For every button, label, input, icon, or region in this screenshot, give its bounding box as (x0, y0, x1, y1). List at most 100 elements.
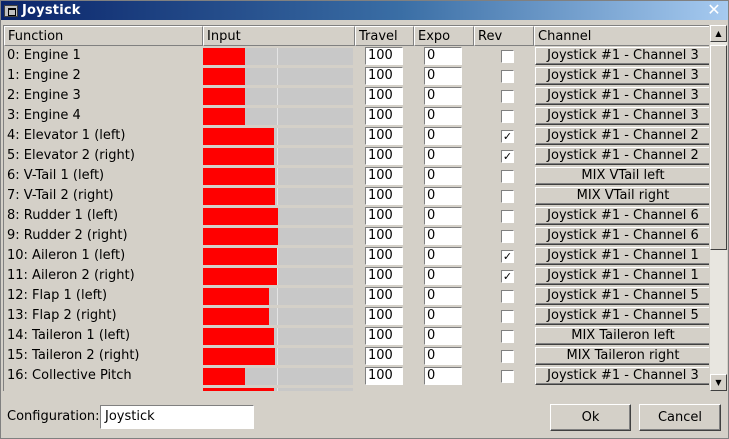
table-row[interactable]: 10: Aileron 1 (left) 100 0 ✓ Joystick #1 - C… (4, 246, 709, 266)
channel-select-button[interactable]: Joystick #1 - Channel 6 (535, 207, 709, 225)
travel-input[interactable]: 100 (365, 147, 403, 165)
reverse-checkbox[interactable] (501, 210, 514, 223)
table-row[interactable]: 13: Flap 2 (right) 100 0 Joystick #1 - Chan… (4, 306, 709, 326)
expo-input[interactable]: 0 (424, 147, 462, 165)
expo-input[interactable]: 0 (424, 67, 462, 85)
channel-select-button[interactable]: Joystick #1 - Channel 5 (535, 287, 709, 305)
reverse-checkbox[interactable] (501, 290, 514, 303)
expo-input[interactable]: 0 (424, 267, 462, 285)
channel-select-button[interactable]: MIX VTail right (535, 187, 709, 205)
expo-input[interactable]: 0 (424, 227, 462, 245)
reverse-checkbox[interactable]: ✓ (501, 130, 514, 143)
travel-input[interactable]: 100 (365, 227, 403, 245)
expo-input[interactable]: 0 (424, 347, 462, 365)
table-row[interactable]: 3: Engine 4 100 0 Joystick #1 - Channel 3 (4, 106, 709, 126)
channel-select-button[interactable]: Joystick #1 - Channel 2 (535, 147, 709, 165)
reverse-checkbox[interactable] (501, 230, 514, 243)
reverse-checkbox[interactable]: ✓ (501, 270, 514, 283)
expo-input[interactable]: 0 (424, 307, 462, 325)
travel-input[interactable]: 100 (365, 267, 403, 285)
table-row[interactable]: 5: Elevator 2 (right) 100 0 ✓ Joystick #1 - … (4, 146, 709, 166)
reverse-checkbox[interactable] (501, 350, 514, 363)
travel-input[interactable]: 100 (365, 307, 403, 325)
travel-input[interactable]: 100 (365, 247, 403, 265)
table-row[interactable] (4, 386, 709, 391)
table-row[interactable]: 9: Rudder 2 (right) 100 0 Joystick #1 - Cha… (4, 226, 709, 246)
expo-input[interactable]: 0 (424, 47, 462, 65)
table-row[interactable]: 16: Collective Pitch 100 0 Joystick #1 - Ch… (4, 366, 709, 386)
scroll-up-arrow-icon[interactable]: ▲ (710, 25, 727, 42)
travel-input[interactable]: 100 (365, 287, 403, 305)
channel-select-button[interactable]: Joystick #1 - Channel 2 (535, 127, 709, 145)
reverse-checkbox[interactable] (501, 90, 514, 103)
channel-select-button[interactable]: MIX Taileron left (535, 327, 709, 345)
column-header-channel[interactable]: Channel (534, 26, 709, 46)
reverse-checkbox[interactable] (501, 70, 514, 83)
column-header-expo[interactable]: Expo (414, 26, 474, 46)
channel-select-button[interactable]: Joystick #1 - Channel 3 (535, 87, 709, 105)
reverse-checkbox[interactable] (501, 310, 514, 323)
travel-input[interactable]: 100 (365, 127, 403, 145)
table-row[interactable]: 11: Aileron 2 (right) 100 0 ✓ Joystick #1 - … (4, 266, 709, 286)
reverse-checkbox[interactable] (501, 50, 514, 63)
channel-select-button[interactable]: MIX VTail left (535, 167, 709, 185)
travel-input[interactable]: 100 (365, 67, 403, 85)
expo-input[interactable]: 0 (424, 327, 462, 345)
vertical-scrollbar[interactable]: ▲ ▼ (710, 25, 727, 391)
table-row[interactable]: 6: V-Tail 1 (left) 100 0 MIX VTail left (4, 166, 709, 186)
table-row[interactable]: 0: Engine 1 100 0 Joystick #1 - Channel 3 (4, 46, 709, 66)
channel-select-button[interactable]: Joystick #1 - Channel 6 (535, 227, 709, 245)
travel-input[interactable]: 100 (365, 87, 403, 105)
travel-input[interactable]: 100 (365, 47, 403, 65)
channel-select-button[interactable]: Joystick #1 - Channel 1 (535, 247, 709, 265)
expo-input[interactable]: 0 (424, 87, 462, 105)
expo-input[interactable]: 0 (424, 187, 462, 205)
table-row[interactable]: 2: Engine 3 100 0 Joystick #1 - Channel 3 (4, 86, 709, 106)
table-row[interactable]: 12: Flap 1 (left) 100 0 Joystick #1 - Chann… (4, 286, 709, 306)
table-row[interactable]: 7: V-Tail 2 (right) 100 0 MIX VTail right (4, 186, 709, 206)
ok-button[interactable]: Ok (550, 404, 631, 431)
expo-input[interactable]: 0 (424, 207, 462, 225)
scroll-down-arrow-icon[interactable]: ▼ (710, 374, 727, 391)
travel-input[interactable]: 100 (365, 187, 403, 205)
travel-input[interactable]: 100 (365, 207, 403, 225)
channel-select-button[interactable]: Joystick #1 - Channel 1 (535, 267, 709, 285)
close-icon[interactable]: ✕ (706, 2, 722, 18)
channel-select-button[interactable]: Joystick #1 - Channel 5 (535, 307, 709, 325)
expo-input[interactable]: 0 (424, 367, 462, 385)
table-row[interactable]: 14: Taileron 1 (left) 100 0 MIX Taileron le… (4, 326, 709, 346)
channel-select-button[interactable]: Joystick #1 - Channel 3 (535, 367, 709, 385)
configuration-input[interactable]: Joystick (100, 405, 254, 429)
table-row[interactable]: 4: Elevator 1 (left) 100 0 ✓ Joystick #1 - C… (4, 126, 709, 146)
expo-input[interactable]: 0 (424, 127, 462, 145)
title-bar[interactable]: Joystick ✕ (1, 1, 728, 20)
expo-input[interactable]: 0 (424, 287, 462, 305)
column-header-rev[interactable]: Rev (474, 26, 534, 46)
travel-input[interactable]: 100 (365, 107, 403, 125)
travel-input[interactable]: 100 (365, 327, 403, 345)
reverse-checkbox[interactable]: ✓ (501, 250, 514, 263)
expo-input[interactable]: 0 (424, 167, 462, 185)
table-row[interactable]: 8: Rudder 1 (left) 100 0 Joystick #1 - Chan… (4, 206, 709, 226)
cancel-button[interactable]: Cancel (639, 404, 721, 431)
travel-input[interactable]: 100 (365, 167, 403, 185)
reverse-checkbox[interactable]: ✓ (501, 150, 514, 163)
reverse-checkbox[interactable] (501, 370, 514, 383)
reverse-checkbox[interactable] (501, 330, 514, 343)
column-header-travel[interactable]: Travel (355, 26, 414, 46)
travel-input[interactable]: 100 (365, 347, 403, 365)
channel-select-button[interactable]: Joystick #1 - Channel 3 (535, 67, 709, 85)
expo-input[interactable]: 0 (424, 107, 462, 125)
scrollbar-thumb[interactable] (710, 45, 727, 250)
reverse-checkbox[interactable] (501, 190, 514, 203)
channel-select-button[interactable]: Joystick #1 - Channel 3 (535, 107, 709, 125)
expo-input[interactable]: 0 (424, 247, 462, 265)
travel-input[interactable]: 100 (365, 367, 403, 385)
reverse-checkbox[interactable] (501, 110, 514, 123)
channel-select-button[interactable]: MIX Taileron right (535, 347, 709, 365)
table-row[interactable]: 15: Taileron 2 (right) 100 0 MIX Taileron r… (4, 346, 709, 366)
reverse-checkbox[interactable] (501, 170, 514, 183)
column-header-input[interactable]: Input (203, 26, 355, 46)
column-header-function[interactable]: Function (4, 26, 203, 46)
table-row[interactable]: 1: Engine 2 100 0 Joystick #1 - Channel 3 (4, 66, 709, 86)
